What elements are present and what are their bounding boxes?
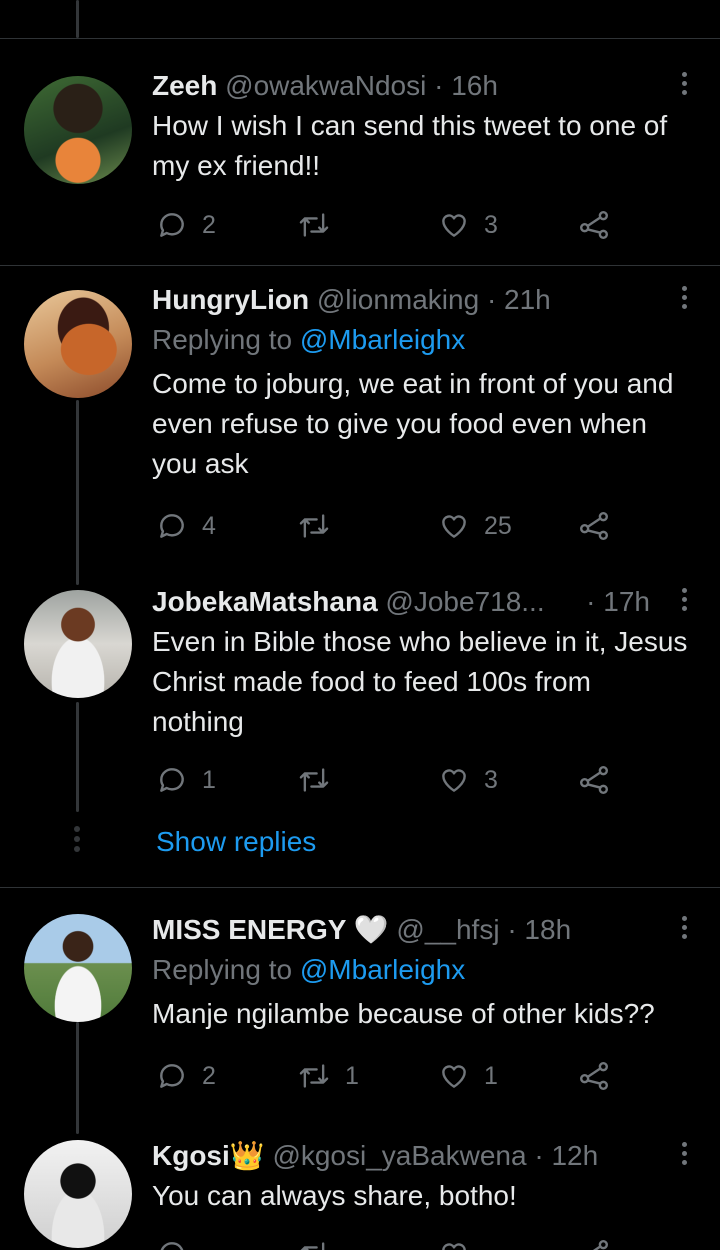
tweet-actions: 1 3 [152,762,622,798]
like-icon [442,769,466,792]
share-button[interactable] [578,762,610,798]
retweet-icon [299,1064,329,1088]
thread-line [76,400,79,585]
reply-icon [160,514,184,538]
timestamp[interactable]: · 16h [434,70,498,101]
like-button[interactable]: 25 [438,508,512,544]
reply-count: 2 [202,1061,216,1090]
like-icon [442,1065,466,1088]
share-icon [592,1240,608,1250]
more-icon[interactable] [678,588,690,616]
like-button[interactable]: 3 [438,207,498,243]
more-icon[interactable] [678,72,690,100]
tweet-text: Manje ngilambe because of other kids?? [152,998,655,1029]
timestamp[interactable]: · 17h [586,586,650,618]
like-count: 3 [484,210,498,239]
thread-line [76,702,79,812]
retweet-icon [299,514,329,538]
like-button[interactable]: 1 [438,1058,498,1094]
reply-icon [160,1064,184,1088]
retweet-icon [299,213,329,237]
tweet-actions: 4 25 [152,508,622,544]
tweet-text: Come to joburg, we eat in front of you a… [152,368,674,479]
retweet-button[interactable] [297,207,345,243]
more-icon[interactable] [678,916,690,944]
tweet-actions [152,1236,622,1250]
tweet-text: You can always share, botho! [152,1180,517,1211]
like-count: 3 [484,765,498,794]
divider [0,887,720,888]
like-icon [442,214,466,237]
retweet-icon [299,768,329,792]
retweet-button[interactable] [297,762,345,798]
display-name[interactable]: Zeeh [152,70,217,101]
avatar[interactable] [24,1140,132,1248]
more-icon[interactable] [678,1142,690,1170]
retweet-count: 1 [345,1061,359,1090]
thread-line [76,1022,79,1134]
user-handle[interactable]: @Jobe718... [385,586,544,617]
avatar[interactable] [24,290,132,398]
reply-button[interactable]: 4 [156,508,216,544]
retweet-button[interactable] [297,508,345,544]
reply-to-link[interactable]: @Mbarleighx [300,324,465,355]
share-icon [580,1062,608,1090]
replying-to-label: Replying to [152,954,300,985]
more-icon[interactable] [678,286,690,314]
user-handle[interactable]: @kgosi_yaBakwena [272,1140,526,1171]
reply-button[interactable]: 2 [156,207,216,243]
thread-line [76,0,79,38]
reply-count: 4 [202,511,216,540]
timestamp[interactable]: · 12h [534,1140,598,1171]
like-button[interactable] [438,1236,470,1250]
share-button[interactable] [578,1236,610,1250]
retweet-icon [300,1242,325,1250]
avatar[interactable] [24,76,132,184]
reply-count: 1 [202,765,216,794]
retweet-button[interactable] [297,1236,331,1250]
divider [0,265,720,266]
reply-button[interactable]: 1 [156,762,216,798]
reply-to-link[interactable]: @Mbarleighx [300,954,465,985]
reply-button[interactable]: 2 [156,1058,216,1094]
avatar[interactable] [24,914,132,1022]
replying-to-label: Replying to [152,324,300,355]
reply-icon [160,1242,184,1250]
display-name[interactable]: HungryLion [152,284,309,315]
replying-to: Replying to @Mbarleighx [152,320,690,360]
tweet-actions: 2 1 1 [152,1058,622,1094]
share-button[interactable] [578,508,610,544]
user-handle[interactable]: @__hfsj [396,914,499,945]
display-name[interactable]: MISS ENERGY 🤍 [152,914,389,945]
display-name[interactable]: Kgosi👑 [152,1140,265,1171]
share-icon [580,211,608,239]
like-button[interactable]: 3 [438,762,498,798]
replying-to: Replying to @Mbarleighx [152,950,690,990]
user-handle[interactable]: @owakwaNdosi [225,70,426,101]
timestamp[interactable]: · 18h [507,914,571,945]
share-button[interactable] [578,1058,610,1094]
timestamp[interactable]: · 21h [487,284,551,315]
avatar[interactable] [24,590,132,698]
reply-count: 2 [202,210,216,239]
user-handle[interactable]: @lionmaking [317,284,479,315]
show-replies-link[interactable]: Show replies [156,826,316,858]
share-icon [580,512,608,540]
retweet-button[interactable]: 1 [297,1058,359,1094]
tweet-text: How I wish I can send this tweet to one … [152,110,668,181]
display-name[interactable]: JobekaMatshana [152,586,378,617]
reply-icon [160,213,184,237]
like-count: 1 [484,1061,498,1090]
share-button[interactable] [578,207,610,243]
like-icon [442,515,466,538]
reply-icon [160,768,184,792]
like-icon [442,1243,466,1250]
share-icon [580,766,608,794]
tweet-actions: 2 3 [152,207,622,243]
tweet-text: Even in Bible those who believe in it, J… [152,626,688,737]
divider [0,38,720,39]
like-count: 25 [484,511,512,540]
thread-more-dots [74,826,80,856]
reply-button[interactable] [156,1236,188,1250]
